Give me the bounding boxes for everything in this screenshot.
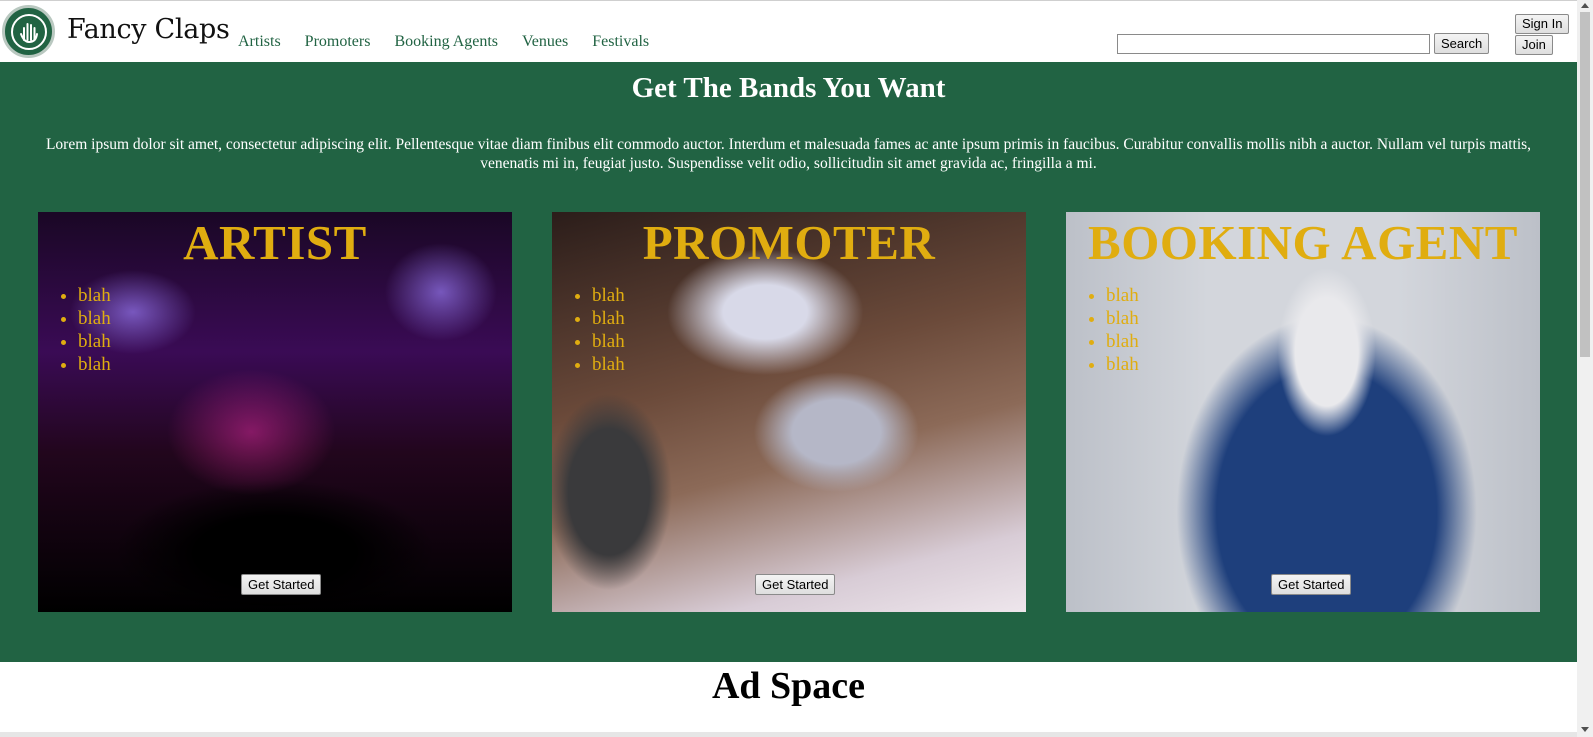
- main-nav: Artists Promoters Booking Agents Venues …: [238, 33, 649, 51]
- promoter-get-started-button[interactable]: Get Started: [755, 574, 836, 595]
- list-item: blah: [1106, 307, 1139, 330]
- card-title: BOOKING AGENT: [1088, 215, 1518, 270]
- list-item: blah: [592, 353, 625, 376]
- nav-artists[interactable]: Artists: [238, 33, 281, 51]
- list-item: blah: [1106, 353, 1139, 376]
- vertical-scrollbar[interactable]: [1577, 0, 1593, 737]
- list-item: blah: [592, 284, 625, 307]
- list-item: blah: [78, 330, 111, 353]
- nav-festivals[interactable]: Festivals: [592, 33, 649, 51]
- artist-card: ARTIST blah blah blah blah Get Started: [38, 212, 512, 612]
- card-list: blah blah blah blah: [1106, 284, 1139, 376]
- search-button[interactable]: Search: [1434, 33, 1490, 54]
- booking-agent-card: BOOKING AGENT blah blah blah blah Get St…: [1066, 212, 1540, 612]
- hero-text: Lorem ipsum dolor sit amet, consectetur …: [45, 136, 1532, 172]
- promoter-card: PROMOTER blah blah blah blah Get Started: [552, 212, 1026, 612]
- artist-get-started-button[interactable]: Get Started: [241, 574, 322, 595]
- brand-name[interactable]: Fancy Claps: [67, 14, 230, 45]
- nav-venues[interactable]: Venues: [522, 33, 568, 51]
- join-button[interactable]: Join: [1515, 35, 1553, 55]
- hero-title: Get The Bands You Want: [631, 72, 946, 104]
- scroll-up-icon[interactable]: [1581, 3, 1589, 8]
- list-item: blah: [78, 353, 111, 376]
- search-input[interactable]: [1117, 34, 1430, 54]
- booking-agent-get-started-button[interactable]: Get Started: [1271, 574, 1352, 595]
- clapping-hands-logo-icon[interactable]: [2, 5, 55, 58]
- nav-promoters[interactable]: Promoters: [305, 33, 371, 51]
- list-item: blah: [1106, 330, 1139, 353]
- card-title: PROMOTER: [642, 215, 936, 270]
- list-item: blah: [78, 307, 111, 330]
- card-list: blah blah blah blah: [592, 284, 625, 376]
- list-item: blah: [592, 330, 625, 353]
- horizontal-scrollbar[interactable]: [0, 732, 1577, 737]
- list-item: blah: [592, 307, 625, 330]
- site-header: Fancy Claps Artists Promoters Booking Ag…: [0, 0, 1577, 62]
- sign-in-button[interactable]: Sign In: [1515, 14, 1570, 34]
- list-item: blah: [1106, 284, 1139, 307]
- ad-space-title: Ad Space: [711, 665, 866, 707]
- scrollbar-thumb[interactable]: [1580, 12, 1590, 357]
- card-title: ARTIST: [183, 215, 367, 270]
- list-item: blah: [78, 284, 111, 307]
- card-list: blah blah blah blah: [78, 284, 111, 376]
- hero-section: Get The Bands You Want Lorem ipsum dolor…: [0, 62, 1577, 662]
- nav-booking-agents[interactable]: Booking Agents: [394, 33, 498, 51]
- scroll-down-icon[interactable]: [1581, 727, 1589, 732]
